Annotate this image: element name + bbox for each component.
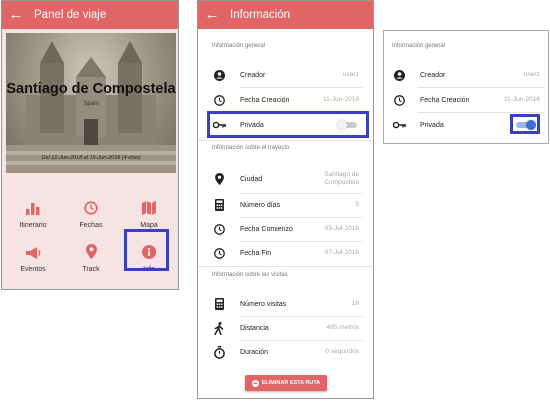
tile-track[interactable]: Track — [62, 237, 120, 281]
clock-icon — [213, 94, 225, 106]
tile-label: Fechas — [79, 222, 103, 229]
tile-label: Mapa — [140, 222, 158, 229]
divider — [198, 266, 373, 267]
clock-icon — [84, 201, 98, 215]
info-tile-highlight — [124, 229, 169, 271]
back-arrow-icon[interactable]: ← — [198, 1, 226, 29]
delete-route-label: ELIMINAR ESTA RUTA — [261, 380, 321, 386]
row-fecha-creacion: Fecha Creación 11-Jun-2018 — [198, 88, 373, 112]
clock-icon — [393, 94, 405, 106]
back-arrow-icon[interactable]: ← — [2, 1, 30, 29]
remove-circle-icon — [251, 379, 259, 387]
row-numero-visitas: Número visitas 18 — [198, 292, 373, 316]
tile-label: Track — [82, 266, 100, 273]
stopwatch-icon — [213, 345, 225, 359]
row-label: Creador — [420, 71, 446, 79]
screen-title: Panel de viaje — [34, 9, 107, 21]
hero-city-name: Santiago de Compostela — [6, 81, 176, 97]
row-value: 11-Jun-2018 — [322, 96, 359, 103]
row-value: 03-Jul-2018 — [324, 225, 359, 232]
tile-itinerario[interactable]: Itinerario — [4, 193, 62, 237]
row-label: Distancia — [240, 324, 269, 332]
row-numero-dias: Número días 5 — [198, 193, 373, 217]
key-icon — [392, 121, 406, 129]
general-section-header: Información general — [392, 43, 446, 49]
row-label: Privada — [420, 121, 444, 129]
account-icon — [393, 69, 405, 81]
info-general-crop: Información general Creador user1 Fecha … — [383, 30, 549, 144]
city-photo: Santiago de Compostela Spain Del 12-Jun-… — [6, 33, 176, 173]
toggle-highlight — [510, 114, 540, 134]
info-screen: ← Información Información general Creado… — [197, 0, 374, 399]
row-label: Número días — [240, 201, 281, 209]
walk-icon — [214, 321, 224, 335]
screen-title: Información — [230, 9, 291, 21]
tile-fechas[interactable]: Fechas — [62, 193, 120, 237]
row-value: user1 — [342, 71, 359, 78]
row-fecha-creacion: Fecha Creación 11-Jun-2018 — [384, 88, 548, 112]
row-label: Fecha Comienzo — [240, 225, 293, 233]
row-label: Fecha Fin — [240, 249, 272, 257]
row-fecha-fin: Fecha Fin 07-Jul-2018 — [198, 241, 373, 265]
hero-country: Spain — [83, 101, 99, 107]
row-fecha-comienzo: Fecha Comienzo 03-Jul-2018 — [198, 217, 373, 241]
row-value: 495 metros — [326, 324, 359, 331]
app-bar: ← Panel de viaje — [2, 1, 178, 29]
row-label: Fecha Creación — [240, 96, 290, 104]
map-icon — [142, 201, 156, 215]
row-label: Duración — [240, 348, 269, 356]
visits-section-header: Información sobre las visitas — [212, 272, 288, 278]
location-pin-icon — [214, 173, 224, 185]
row-label: Creador — [240, 71, 266, 79]
calculator-icon — [214, 199, 224, 211]
trip-section-header: Información sobre el trayecto — [212, 145, 290, 151]
clock-icon — [213, 223, 225, 235]
row-creador: Creador user1 — [384, 63, 548, 87]
location-pin-icon — [85, 244, 97, 259]
value-line: Compostela — [324, 179, 359, 186]
row-label: Número visitas — [240, 300, 287, 308]
row-value: 07-Jul-2018 — [324, 249, 359, 256]
tile-eventos[interactable]: Eventos — [4, 237, 62, 281]
general-section-header: Información general — [212, 43, 266, 49]
value-line: Santiago de — [324, 171, 359, 178]
hero-dates: Del 12-Jun-2018 al 15-Jun-2018 (4 días) — [41, 155, 141, 161]
row-label: Ciudad — [240, 175, 263, 183]
private-row-highlight — [207, 111, 369, 138]
app-bar: ← Información — [198, 1, 373, 29]
row-value: 0 segundos — [325, 348, 359, 355]
bar-chart-icon — [26, 203, 40, 215]
account-icon — [213, 69, 225, 81]
clock-icon — [213, 247, 225, 259]
row-duracion: Duración 0 segundos — [198, 340, 373, 364]
row-value: user1 — [523, 71, 540, 78]
tile-label: Eventos — [20, 266, 46, 273]
row-value: 18 — [351, 300, 359, 307]
row-value: 5 — [355, 201, 359, 208]
trip-panel-screen: ← Panel de viaje Santiago de Compostela … — [1, 0, 179, 290]
row-value: Santiago de Compostela — [324, 171, 359, 187]
delete-route-button[interactable]: ELIMINAR ESTA RUTA — [245, 375, 327, 391]
tile-label: Itinerario — [19, 222, 47, 229]
row-ciudad: Ciudad Santiago de Compostela — [198, 165, 373, 193]
row-distancia: Distancia 495 metros — [198, 316, 373, 340]
row-value: 11-Jun-2018 — [503, 96, 540, 103]
row-creador: Creador user1 — [198, 63, 373, 87]
megaphone-icon — [25, 247, 40, 259]
row-label: Fecha Creación — [420, 96, 470, 104]
divider — [198, 140, 373, 141]
calculator-icon — [214, 298, 224, 310]
